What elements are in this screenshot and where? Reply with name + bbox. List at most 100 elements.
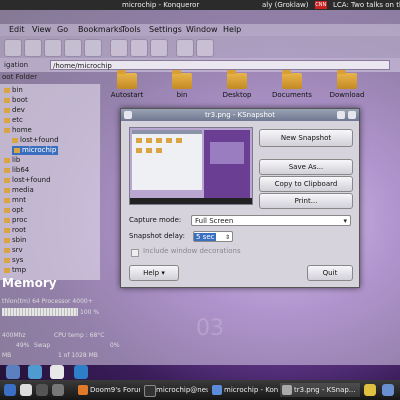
top-panel: microchip - Konqueror aly (Groklaw) CNN … (0, 0, 400, 10)
task-ksnapshot[interactable]: tr3.png - KSnap... (280, 383, 360, 397)
ticker-user: aly (Groklaw) (262, 1, 309, 9)
tray-icon[interactable] (382, 384, 394, 396)
task-konqueror[interactable]: microchip - Konqu... (210, 383, 278, 397)
pager-icon[interactable] (52, 384, 64, 396)
dialog-title: tr3.png - KSnapshot (205, 111, 275, 119)
menu-help[interactable]: Help (223, 24, 241, 36)
tree-item[interactable]: tmp (4, 266, 26, 275)
folder-icon (4, 197, 10, 203)
cpu-name: thlon(tm) 64 Processor 4000+ (2, 298, 93, 305)
ksnapshot-dialog: tr3.png - KSnapshot New Snapshot Save As… (120, 108, 360, 288)
save-as-button[interactable]: Save As... (259, 159, 353, 175)
swap-label: Swap (34, 342, 51, 349)
new-snapshot-button[interactable]: New Snapshot (259, 129, 353, 147)
tree-item[interactable]: proc (4, 216, 27, 225)
news-ticker[interactable]: aly (Groklaw) CNN LCA: Two talks on the (262, 0, 400, 10)
help-button[interactable]: Help ▾ (129, 265, 179, 281)
print-button[interactable]: Print... (259, 193, 353, 209)
tree-item[interactable]: sbin (4, 236, 26, 245)
home-icon[interactable] (6, 365, 20, 379)
clock-icon[interactable] (50, 365, 64, 379)
ram-total: MB (2, 352, 12, 359)
folder-icon (282, 70, 302, 89)
camera-icon (282, 385, 292, 395)
capture-mode-select[interactable]: Full Screen ▾ (191, 215, 351, 226)
menu-view[interactable]: View (32, 24, 51, 36)
menu-window[interactable]: Window (186, 24, 218, 36)
icon-view-icon[interactable] (176, 39, 194, 57)
snapshot-delay-spinbox[interactable]: 5 sec ⇕ (193, 231, 233, 242)
folder-icon (4, 187, 10, 193)
snapshot-preview[interactable] (129, 127, 253, 205)
task-terminal[interactable]: microchip@neutri... (142, 383, 208, 397)
close-icon[interactable] (348, 111, 356, 119)
spin-arrows-icon[interactable]: ⇕ (225, 232, 230, 243)
window-menu-icon[interactable] (124, 111, 132, 119)
menu-edit[interactable]: Edit (9, 24, 25, 36)
tree-item[interactable]: lib64 (4, 166, 29, 175)
folder-icon (4, 237, 10, 243)
cnn-icon: CNN (314, 1, 327, 9)
paste-icon[interactable] (150, 39, 168, 57)
up-icon[interactable] (44, 39, 62, 57)
file-item[interactable]: Autostart (102, 70, 152, 99)
tree-item[interactable]: lost+found (12, 136, 59, 145)
tree-item[interactable]: dev (4, 106, 25, 115)
tree-item[interactable]: srv (4, 246, 23, 255)
tree-item[interactable]: opt (4, 206, 23, 215)
ticker-headline[interactable]: LCA: Two talks on the (333, 1, 400, 9)
tree-item[interactable]: mnt (4, 196, 26, 205)
copy-icon[interactable] (130, 39, 148, 57)
tree-item[interactable]: lost+found (4, 176, 51, 185)
file-item[interactable]: Desktop (212, 70, 262, 99)
menu-tools[interactable]: Tools (121, 24, 141, 36)
file-label: bin (176, 91, 188, 99)
list-view-icon[interactable] (196, 39, 214, 57)
back-icon[interactable] (4, 39, 22, 57)
terminal-icon[interactable] (74, 365, 88, 379)
include-decorations-checkbox[interactable] (131, 249, 139, 257)
main-toolbar (0, 36, 400, 58)
menu-settings[interactable]: Settings (149, 24, 182, 36)
task-label: Doom9's Forum (90, 386, 140, 394)
tree-item[interactable]: microchip (12, 146, 59, 155)
reload-icon[interactable] (84, 39, 102, 57)
folder-icon (117, 70, 137, 89)
tree-item[interactable]: etc (4, 116, 23, 125)
cpu-percent: 100 % (80, 309, 100, 316)
dialog-titlebar[interactable]: tr3.png - KSnapshot (121, 109, 359, 121)
cut-icon[interactable] (110, 39, 128, 57)
location-input[interactable]: /home/microchip (50, 60, 390, 70)
task-firefox[interactable]: Doom9's Forum (76, 383, 140, 397)
file-item[interactable]: Documents (267, 70, 317, 99)
tree-item[interactable]: lib (4, 156, 20, 165)
quit-button[interactable]: Quit (307, 265, 353, 281)
kmenu-icon[interactable] (4, 384, 16, 396)
task-label: tr3.png - KSnap... (294, 386, 356, 394)
pager-icon[interactable] (36, 384, 48, 396)
folder-icon (4, 267, 10, 273)
folder-icon (4, 157, 10, 163)
forward-icon[interactable] (24, 39, 42, 57)
file-item[interactable]: Download (322, 70, 372, 99)
tree-item[interactable]: home (4, 126, 32, 135)
globe-icon[interactable] (28, 365, 42, 379)
copy-to-clipboard-button[interactable]: Copy to Clipboard (259, 176, 353, 192)
menu-go[interactable]: Go (57, 24, 68, 36)
home-icon[interactable] (64, 39, 82, 57)
tray-icon[interactable] (364, 384, 376, 396)
menu-bookmarks[interactable]: Bookmarks (78, 24, 123, 36)
file-item[interactable]: bin (157, 70, 207, 99)
tree-item-label: lib64 (12, 166, 30, 174)
minimize-icon[interactable] (337, 111, 345, 119)
snapshot-delay-label: Snapshot delay: (129, 232, 185, 240)
tree-item[interactable]: boot (4, 96, 28, 105)
tree-item[interactable]: sys (4, 256, 23, 265)
desktop-icon[interactable] (20, 384, 32, 396)
preview-thumbnail (130, 128, 252, 204)
tree-item[interactable]: media (4, 186, 34, 195)
folder-icon (4, 257, 10, 263)
tree-item[interactable]: root (4, 226, 26, 235)
copy-clipboard-label: Copy to Clipboard (274, 180, 338, 188)
tree-item[interactable]: bin (4, 86, 23, 95)
